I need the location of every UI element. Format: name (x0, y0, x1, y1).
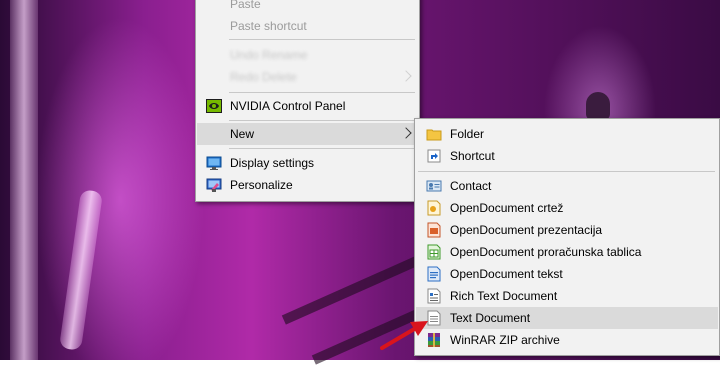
menu-item-label: OpenDocument crtež (450, 201, 564, 215)
menu-item-label: Display settings (230, 156, 315, 170)
opendocument-spreadsheet-icon (426, 244, 442, 260)
menu-item-label: Personalize (230, 178, 293, 192)
menu-item-label: Contact (450, 179, 492, 193)
menu-separator (229, 120, 415, 121)
menu-item-label: Redo Delete (230, 70, 297, 84)
submenu-item-winrar-zip-archive[interactable]: WinRAR ZIP archive (416, 329, 718, 351)
chevron-right-icon (400, 127, 412, 139)
desktop-context-menu: Paste Paste shortcut Undo Rename Redo De… (195, 0, 420, 202)
menu-item-label: OpenDocument proračunska tablica (450, 245, 642, 259)
opendocument-presentation-icon (426, 222, 442, 238)
submenu-item-contact[interactable]: Contact (416, 175, 718, 197)
submenu-item-opendocument-presentation[interactable]: OpenDocument prezentacija (416, 219, 718, 241)
submenu-item-opendocument-drawing[interactable]: OpenDocument crtež (416, 197, 718, 219)
menu-item-display-settings[interactable]: Display settings (197, 152, 418, 174)
menu-separator (418, 171, 715, 172)
personalize-icon (206, 177, 222, 193)
submenu-item-rich-text-document[interactable]: Rich Text Document (416, 285, 718, 307)
menu-separator (229, 148, 415, 149)
submenu-item-shortcut[interactable]: Shortcut (416, 145, 718, 167)
menu-item-label: Undo Rename (230, 48, 308, 62)
shortcut-icon (426, 148, 442, 164)
menu-item-label: Shortcut (450, 149, 495, 163)
annotation-arrow (380, 321, 428, 350)
display-settings-icon (206, 155, 222, 171)
menu-item-label: OpenDocument prezentacija (450, 223, 603, 237)
menu-separator (229, 39, 415, 40)
menu-item-label: Rich Text Document (450, 289, 558, 303)
menu-item-label: NVIDIA Control Panel (230, 99, 346, 113)
menu-item-nvidia-control-panel[interactable]: NVIDIA Control Panel (197, 95, 418, 117)
menu-item-label: Text Document (450, 311, 531, 325)
menu-item-redo[interactable]: Redo Delete (197, 66, 418, 88)
rich-text-icon (426, 288, 442, 304)
menu-separator (229, 92, 415, 93)
wallpaper-figure (586, 92, 610, 120)
opendocument-text-icon (426, 266, 442, 282)
folder-icon (426, 126, 442, 142)
menu-item-label: Folder (450, 127, 485, 141)
opendocument-drawing-icon (426, 200, 442, 216)
nvidia-icon (206, 98, 222, 114)
menu-item-personalize[interactable]: Personalize (197, 174, 418, 196)
submenu-item-opendocument-text[interactable]: OpenDocument tekst (416, 263, 718, 285)
menu-item-new[interactable]: New (197, 123, 418, 145)
wallpaper-light-beam (10, 0, 38, 360)
submenu-item-opendocument-spreadsheet[interactable]: OpenDocument proračunska tablica (416, 241, 718, 263)
menu-item-label: OpenDocument tekst (450, 267, 563, 281)
menu-item-label: WinRAR ZIP archive (450, 333, 560, 347)
contact-icon (426, 178, 442, 194)
submenu-item-folder[interactable]: Folder (416, 123, 718, 145)
menu-item-paste[interactable]: Paste (197, 0, 418, 15)
menu-item-undo[interactable]: Undo Rename (197, 44, 418, 66)
new-submenu: Folder Shortcut Contact OpenDocument crt… (414, 118, 720, 356)
submenu-item-text-document[interactable]: Text Document (416, 307, 718, 329)
menu-item-label: Paste shortcut (230, 19, 307, 33)
menu-item-label: New (230, 127, 255, 141)
chevron-right-icon (400, 70, 412, 82)
menu-item-label: Paste (230, 0, 261, 11)
wallpaper-hologram-arm (58, 189, 104, 351)
menu-item-paste-shortcut[interactable]: Paste shortcut (197, 15, 418, 37)
